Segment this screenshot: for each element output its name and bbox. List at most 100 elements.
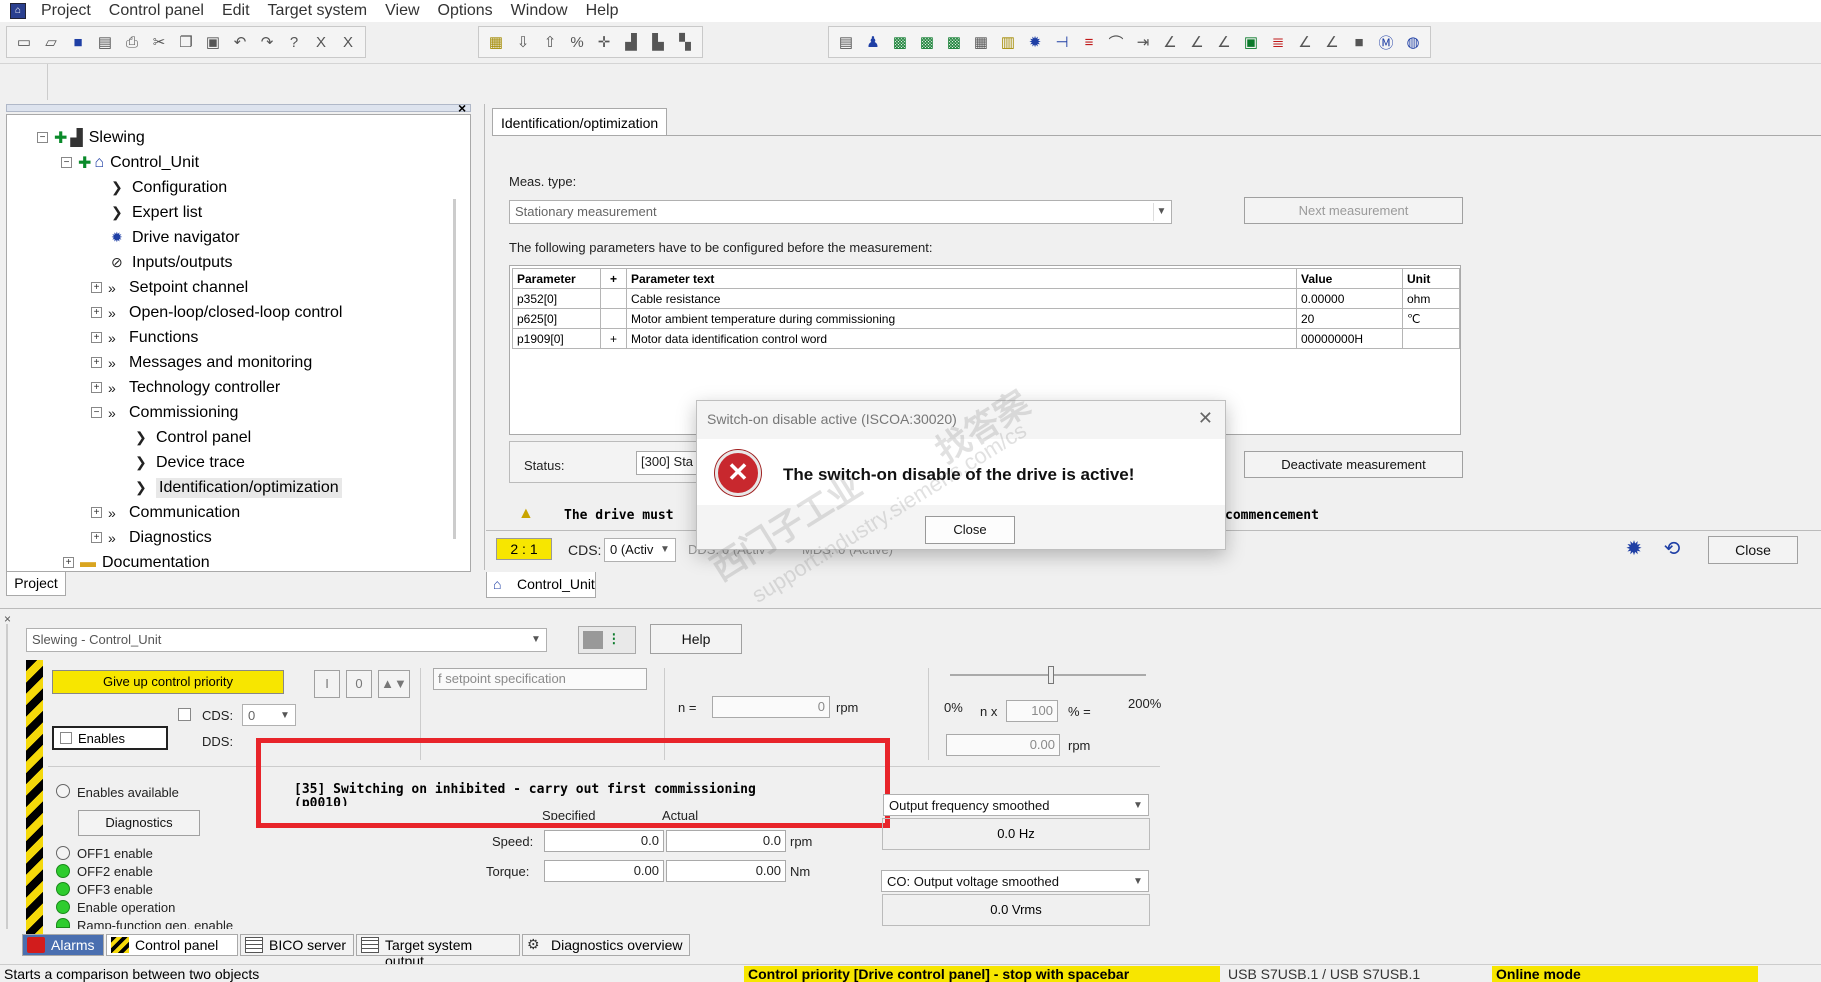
- traffic-light-icon[interactable]: ⁝: [611, 629, 617, 650]
- gear-icon[interactable]: ✹: [1620, 536, 1648, 564]
- table-row[interactable]: p1909[0] + Motor data identification con…: [512, 328, 1460, 349]
- tree-item-messages[interactable]: + » Messages and monitoring: [91, 350, 312, 375]
- menu-view[interactable]: View: [376, 2, 428, 20]
- filter-icon[interactable]: ≣: [1265, 28, 1291, 56]
- menu-control-panel[interactable]: Control panel: [100, 2, 213, 20]
- diagnostics-button[interactable]: Diagnostics: [78, 810, 200, 836]
- print-icon[interactable]: ⎙: [119, 28, 145, 56]
- collapse-icon[interactable]: −: [37, 132, 48, 143]
- tree-item-expert-list[interactable]: ❯ Expert list: [111, 200, 202, 225]
- menu-options[interactable]: Options: [429, 2, 502, 20]
- trace-2-icon[interactable]: ▩: [914, 28, 940, 56]
- cp-cds-select[interactable]: 0 ▼: [242, 704, 296, 726]
- give-up-control-priority-button[interactable]: Give up control priority: [52, 670, 284, 694]
- curve-4-icon[interactable]: ∠: [1292, 28, 1318, 56]
- load-cpu-icon[interactable]: ▟: [618, 28, 644, 56]
- tab-control-unit[interactable]: ⌂ Control_Unit: [486, 572, 596, 598]
- dialog-close-button[interactable]: Close: [925, 516, 1015, 544]
- tree-item-technology-controller[interactable]: + » Technology controller: [91, 375, 280, 400]
- expand-icon[interactable]: +: [91, 332, 102, 343]
- tree-scrollbar[interactable]: [453, 199, 456, 539]
- cds-checkbox[interactable]: [178, 708, 191, 721]
- expand-icon[interactable]: +: [91, 532, 102, 543]
- speed-slider-handle[interactable]: [1048, 666, 1054, 684]
- table-row[interactable]: p352[0] Cable resistance 0.00000 ohm: [512, 288, 1460, 309]
- limit-icon[interactable]: ≡: [1076, 28, 1102, 56]
- paste-icon[interactable]: ▣: [200, 28, 226, 56]
- cell-value[interactable]: 00000000H: [1296, 328, 1403, 349]
- tab-target-system-output[interactable]: Target system output: [356, 934, 520, 969]
- tree-item-identification[interactable]: ❯ Identification/optimization: [135, 475, 342, 500]
- close-icon[interactable]: ✕: [1198, 408, 1213, 429]
- upload-icon[interactable]: ⇧: [537, 28, 563, 56]
- curve-2-icon[interactable]: ∠: [1184, 28, 1210, 56]
- tab-diagnostics-overview[interactable]: ⚙ Diagnostics overview: [522, 934, 690, 956]
- cell-value[interactable]: 20: [1296, 308, 1403, 329]
- expand-icon[interactable]: +: [91, 357, 102, 368]
- network-icon[interactable]: ▣: [1238, 28, 1264, 56]
- next-measurement-button[interactable]: Next measurement: [1244, 197, 1463, 224]
- trace-3-icon[interactable]: ▩: [941, 28, 967, 56]
- copy-ram-icon[interactable]: ▚: [672, 28, 698, 56]
- tab-bico-server[interactable]: BICO server: [240, 934, 354, 956]
- ram-rom-icon[interactable]: ✛: [591, 28, 617, 56]
- curve-3-icon[interactable]: ∠: [1211, 28, 1237, 56]
- tab-identification[interactable]: Identification/optimization: [492, 108, 668, 136]
- tree-item-device-trace[interactable]: ❯ Device trace: [135, 450, 245, 475]
- ramp-icon[interactable]: ⌒: [1103, 28, 1129, 56]
- enables-available-radio[interactable]: [56, 784, 70, 798]
- expand-icon[interactable]: +: [91, 307, 102, 318]
- cds-select[interactable]: 0 (Activ ▼: [604, 538, 676, 562]
- collapse-icon[interactable]: −: [61, 157, 72, 168]
- splitter[interactable]: [0, 608, 1821, 609]
- curve-1-icon[interactable]: ∠: [1157, 28, 1183, 56]
- jog-icon[interactable]: ▲▼: [378, 670, 410, 698]
- menu-target-system[interactable]: Target system: [259, 2, 377, 20]
- expand-icon[interactable]: +: [91, 382, 102, 393]
- compare-icon[interactable]: %: [564, 28, 590, 56]
- device-select[interactable]: Slewing - Control_Unit ▼: [26, 628, 547, 652]
- menu-edit[interactable]: Edit: [213, 2, 259, 20]
- redo-icon[interactable]: ↷: [254, 28, 280, 56]
- cell-plus[interactable]: +: [600, 328, 627, 349]
- tab-alarms[interactable]: Alarms: [22, 934, 104, 956]
- users-icon[interactable]: ♟: [860, 28, 886, 56]
- connect-icon[interactable]: ▦: [483, 28, 509, 56]
- deactivate-measurement-button[interactable]: Deactivate measurement: [1244, 451, 1463, 478]
- tree-item-documentation[interactable]: + ▬ Documentation: [63, 550, 210, 575]
- enables-checkbox[interactable]: [60, 732, 72, 744]
- expand-icon[interactable]: +: [91, 282, 102, 293]
- tree-item-inputs-outputs[interactable]: ⊘ Inputs/outputs: [111, 250, 233, 275]
- panel-toggle-icon[interactable]: [583, 631, 603, 649]
- collapse-icon[interactable]: −: [91, 407, 102, 418]
- motor-icon[interactable]: ⊣: [1049, 28, 1075, 56]
- tree-item-setpoint-channel[interactable]: + » Setpoint channel: [91, 275, 248, 300]
- block-icon[interactable]: ■: [1346, 28, 1372, 56]
- xs-icon[interactable]: X: [335, 28, 361, 56]
- tree-item-configuration[interactable]: ❯ Configuration: [111, 175, 227, 200]
- help-cursor-icon[interactable]: ?: [281, 28, 307, 56]
- xf-icon[interactable]: X: [308, 28, 334, 56]
- menu-project[interactable]: Project: [32, 2, 100, 20]
- trace-1-icon[interactable]: ▩: [887, 28, 913, 56]
- off-button[interactable]: 0: [346, 670, 372, 698]
- cell-value[interactable]: 0.00000: [1296, 288, 1403, 309]
- download-icon[interactable]: ⇩: [510, 28, 536, 56]
- meas-type-select[interactable]: Stationary measurement ▼: [509, 200, 1172, 224]
- on-button[interactable]: I: [314, 670, 340, 698]
- open-icon[interactable]: ▱: [38, 28, 64, 56]
- tree-item-diagnostics[interactable]: + » Diagnostics: [91, 525, 212, 550]
- layout-icon[interactable]: ▦: [968, 28, 994, 56]
- gear-icon[interactable]: ✹: [1022, 28, 1048, 56]
- menu-window[interactable]: Window: [502, 2, 577, 20]
- tree-item-drive-navigator[interactable]: ✹ Drive navigator: [111, 225, 240, 250]
- menu-help[interactable]: Help: [577, 2, 628, 20]
- panel-grip[interactable]: [6, 624, 12, 929]
- expert-list-icon[interactable]: ▤: [833, 28, 859, 56]
- curve-5-icon[interactable]: ∠: [1319, 28, 1345, 56]
- tree-node-slewing[interactable]: − ✚ ▟ Slewing: [37, 125, 145, 150]
- help-button[interactable]: Help: [650, 624, 742, 654]
- m-circle-icon[interactable]: Ⓜ: [1373, 28, 1399, 56]
- table-row[interactable]: p625[0] Motor ambient temperature during…: [512, 308, 1460, 329]
- tree-item-open-closed-loop[interactable]: + » Open-loop/closed-loop control: [91, 300, 342, 325]
